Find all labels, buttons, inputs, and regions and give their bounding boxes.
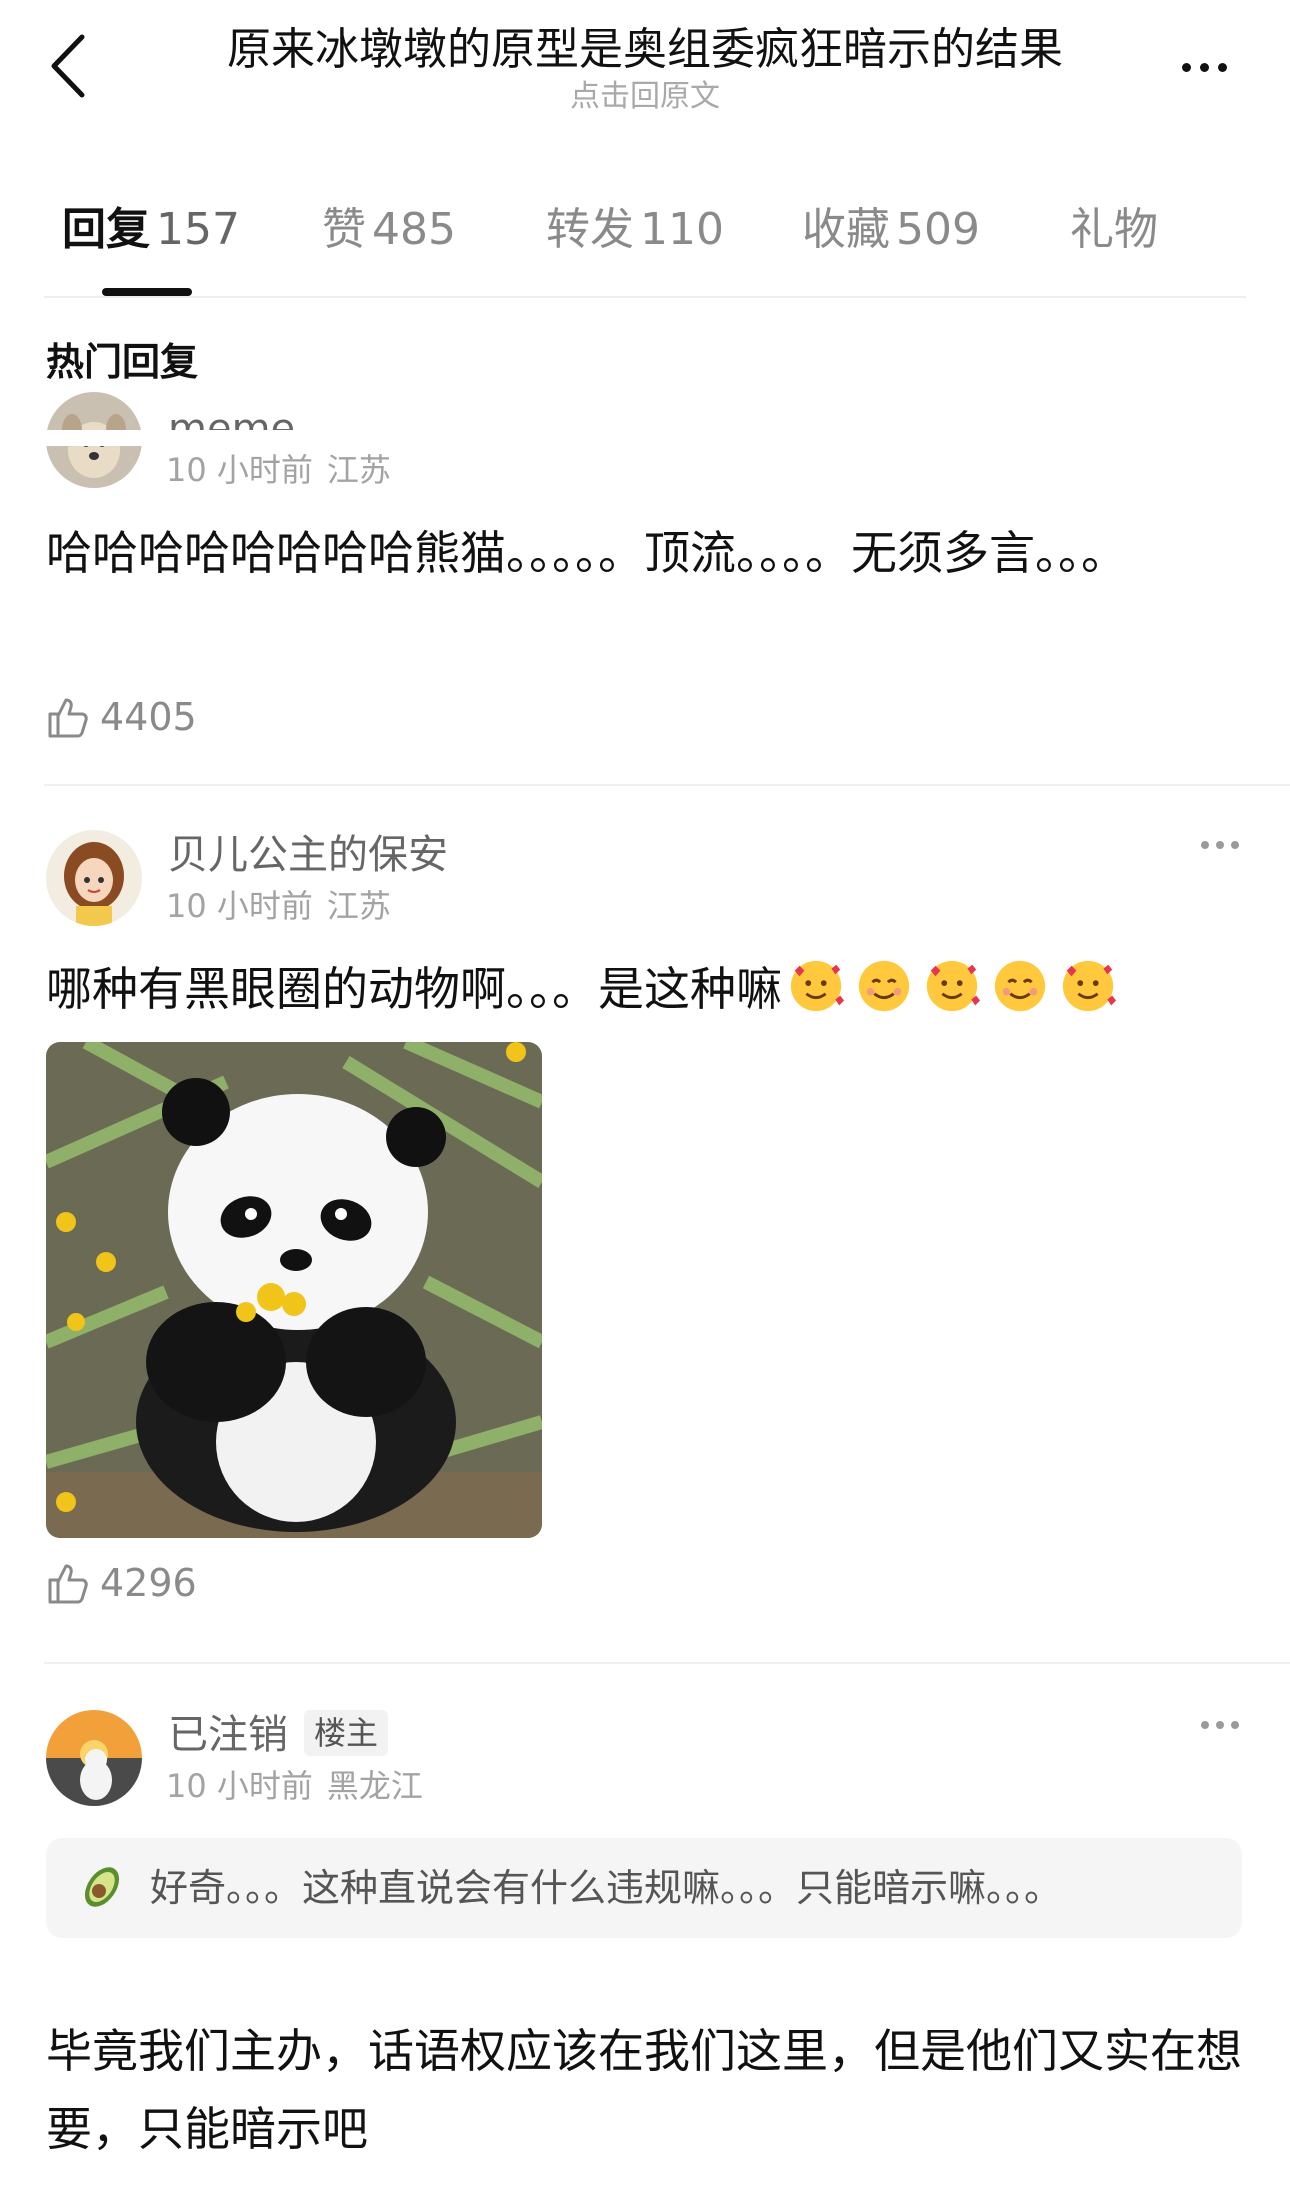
more-dot-icon — [1217, 62, 1227, 72]
active-tab-indicator — [102, 288, 192, 296]
top-bar: 原来冰墩墩的原型是奥组委疯狂暗示的结果 点击回原文 — [0, 0, 1290, 130]
tab-replies[interactable]: 回复 157 — [62, 190, 240, 270]
comment-time: 10 小时前 — [166, 1767, 313, 1805]
comment-meta: 10 小时前 江苏 — [166, 450, 391, 490]
avatar[interactable] — [46, 830, 142, 926]
smiling-face-icon — [858, 960, 910, 1012]
comment-location: 江苏 — [326, 887, 391, 925]
like-count: 4405 — [100, 695, 197, 739]
comment-meta: 10 小时前 江苏 — [166, 886, 391, 926]
more-dot-icon — [1216, 1721, 1224, 1729]
more-dot-icon — [1216, 841, 1224, 849]
more-dot-icon — [1201, 841, 1209, 849]
smiling-face-icon — [994, 960, 1046, 1012]
more-dot-icon — [1199, 62, 1209, 72]
username-row: 已注销 楼主 — [168, 1710, 389, 1760]
quoted-text: 好奇。。。这种直说会有什么违规嘛。。。只能暗示嘛。。。 — [150, 1866, 1063, 1910]
comment-location: 江苏 — [326, 451, 391, 489]
avocado-icon — [84, 1867, 120, 1907]
more-options-button[interactable] — [1164, 42, 1244, 92]
username[interactable]: meme — [168, 404, 295, 454]
divider — [44, 784, 1290, 786]
more-dot-icon — [1231, 1721, 1239, 1729]
panda-photo[interactable] — [46, 1042, 542, 1538]
tab-favorites[interactable]: 收藏 509 — [802, 190, 980, 270]
comment-text: 毕竟我们主办，话语权应该在我们这里，但是他们又实在想要，只能暗示吧 — [46, 2024, 1242, 2156]
sunset-dog-avatar-icon — [46, 1710, 142, 1806]
smiling-face-with-hearts-icon — [926, 960, 981, 1012]
comment-more-button[interactable] — [1190, 1710, 1250, 1740]
back-to-original-link[interactable]: 点击回原文 — [160, 78, 1130, 116]
username[interactable]: 贝儿公主的保安 — [168, 830, 448, 880]
quoted-comment[interactable]: 好奇。。。这种直说会有什么违规嘛。。。只能暗示嘛。。。 — [46, 1838, 1242, 1938]
comment-text: 哈哈哈哈哈哈哈哈熊猫。。。。。顶流。。。。无须多言。。。 — [46, 526, 1127, 580]
like-button[interactable]: 4296 — [46, 1560, 197, 1606]
like-count: 4296 — [100, 1561, 197, 1605]
comment-text-body: 哪种有黑眼圈的动物啊。。。是这种嘛 — [46, 962, 782, 1016]
thumbs-up-icon — [48, 1564, 88, 1604]
like-button[interactable]: 4405 — [46, 694, 197, 740]
comment-meta: 10 小时前 黑龙江 — [166, 1766, 423, 1806]
post-title: 原来冰墩墩的原型是奥组委疯狂暗示的结果 — [227, 24, 1063, 75]
comment-more-button[interactable] — [1190, 830, 1250, 860]
divider — [44, 1662, 1290, 1664]
op-badge: 楼主 — [304, 1710, 389, 1756]
username[interactable]: 已注销 — [168, 1712, 288, 1758]
comment-time: 10 小时前 — [166, 887, 313, 925]
avatar[interactable] — [46, 1710, 142, 1806]
back-button[interactable] — [40, 30, 96, 102]
title-area[interactable]: 原来冰墩墩的原型是奥组委疯狂暗示的结果 点击回原文 — [160, 22, 1130, 116]
princess-avatar-icon — [46, 830, 142, 926]
back-arrow-icon — [51, 34, 85, 98]
tab-reposts[interactable]: 转发 110 — [546, 190, 724, 270]
tab-likes[interactable]: 赞 485 — [322, 190, 456, 270]
thumbs-up-icon — [48, 698, 88, 738]
more-dot-icon — [1181, 62, 1191, 72]
more-dot-icon — [1201, 1721, 1209, 1729]
smiling-face-with-hearts-icon — [1062, 960, 1117, 1012]
panda-image — [46, 1042, 542, 1538]
more-dot-icon — [1231, 841, 1239, 849]
section-title-hot-replies: 热门回复 — [46, 340, 199, 384]
tab-gifts[interactable]: 礼物 — [1070, 190, 1158, 270]
comment-location: 黑龙江 — [326, 1767, 423, 1805]
smiling-face-with-hearts-icon — [790, 960, 845, 1012]
comment-text: 哪种有黑眼圈的动物啊。。。是这种嘛 — [46, 950, 1246, 1028]
divider — [44, 296, 1246, 298]
interaction-tabs: 回复 157 赞 485 转发 110 收藏 509 礼物 — [0, 190, 1290, 300]
comment-time: 10 小时前 — [166, 451, 313, 489]
